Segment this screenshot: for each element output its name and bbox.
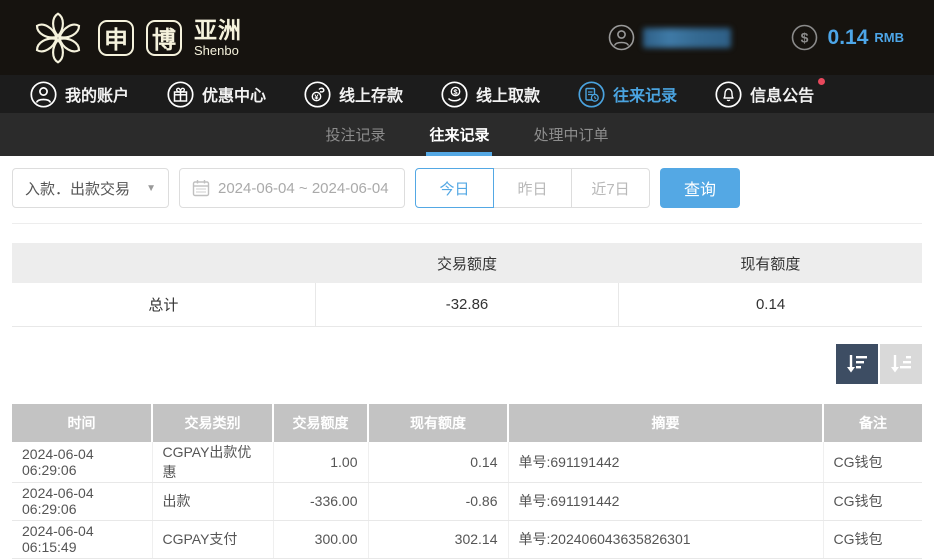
table-header-row: 时间 交易类别 交易额度 现有额度 摘要 备注 [12,403,922,442]
table-cell: CGPAY出款优惠 [152,441,274,483]
today-button[interactable]: 今日 [415,168,494,208]
summary-table: 交易额度 现有额度 总计 -32.86 0.14 [12,243,922,327]
select-value: 入款．出款交易 [25,180,131,198]
main-navigation: 我的账户 优惠中心 ¥ 线上存款 $ 线上取款 往来记录 信息公告 [0,75,934,113]
transaction-type-select[interactable]: 入款．出款交易 ▼ [12,168,169,208]
search-button[interactable]: 查询 [660,168,740,208]
nav-item-my-account[interactable]: 我的账户 [30,80,130,108]
table-cell: 302.14 [368,520,509,559]
table-cell: CGPAY支付 [152,520,274,559]
sort-controls [12,343,922,384]
sort-descending-icon [847,354,867,372]
table-cell: CG钱包 [823,482,922,521]
logo-region-cn: 亚洲 [194,16,242,43]
col-header-type: 交易类别 [152,403,274,442]
transactions-table: 时间 交易类别 交易额度 现有额度 摘要 备注 2024-06-04 06:29… [12,403,922,559]
username-blurred [642,27,731,48]
logo-char-bo: 博 [146,19,182,56]
tab-transaction-records[interactable]: 往来记录 [429,113,489,156]
top-header: 申 博 亚洲 Shenbo $ 0.14 RMB [0,0,934,75]
last-7-days-button[interactable]: 近7日 [571,168,650,208]
balance-display[interactable]: $ 0.14 RMB [791,24,904,51]
nav-item-transaction-records[interactable]: 往来记录 [578,80,678,108]
nav-label: 我的账户 [65,88,130,105]
summary-total-label: 总计 [12,283,316,327]
col-header-time: 时间 [12,403,153,442]
logo-char-shen: 申 [98,19,134,56]
user-avatar-icon [608,24,634,51]
nav-label: 信息公告 [750,88,815,105]
nav-item-withdraw[interactable]: $ 线上取款 [441,80,541,108]
col-header-summary: 摘要 [508,403,824,442]
table-cell: CG钱包 [823,441,922,483]
table-cell: 单号:691191442 [508,482,824,521]
nav-label: 线上存款 [339,88,404,105]
deposit-icon: ¥ [304,80,331,108]
table-cell: 出款 [152,482,274,521]
filter-toolbar: 入款．出款交易 ▼ 2024-06-04 ~ 2024-06-04 今日 昨日 … [12,168,922,208]
logo-region-en: Shenbo [194,42,239,58]
summary-header-balance: 现有额度 [618,243,922,283]
sort-ascending-button[interactable] [880,343,922,384]
date-range-input[interactable]: 2024-06-04 ~ 2024-06-04 [179,168,405,208]
tab-betting-records[interactable]: 投注记录 [325,113,385,156]
main-content: 入款．出款交易 ▼ 2024-06-04 ~ 2024-06-04 今日 昨日 … [0,168,934,559]
lotus-flower-icon [35,11,81,64]
table-body: 2024-06-04 06:29:06 CGPAY出款优惠 1.00 0.14 单号:6… [12,441,922,559]
nav-label: 优惠中心 [202,88,267,105]
yesterday-button[interactable]: 昨日 [493,168,572,208]
calendar-icon [192,180,210,197]
nav-label: 线上取款 [476,88,541,105]
date-range-value: 2024-06-04 ~ 2024-06-04 [218,179,389,197]
withdraw-icon: $ [441,80,468,108]
table-cell: 0.14 [368,441,509,483]
table-cell: 2024-06-04 06:15:49 [12,520,153,559]
table-cell: -336.00 [273,482,369,521]
records-icon [578,80,605,108]
svg-text:$: $ [800,30,808,46]
table-cell: 2024-06-04 06:29:06 [12,441,153,483]
col-header-balance: 现有额度 [368,403,509,442]
coin-dollar-icon: $ [791,24,817,51]
table-cell: 单号:691191442 [508,441,824,483]
nav-item-announcements[interactable]: 信息公告 [715,77,826,108]
table-cell: 单号:202406043635826301 [508,520,824,559]
tab-pending-orders[interactable]: 处理中订单 [534,113,609,156]
table-row: 2024-06-04 06:29:06 出款 -336.00 -0.86 单号:6911… [12,482,922,521]
logo-region: 亚洲 Shenbo [194,16,242,58]
table-row: 2024-06-04 06:29:06 CGPAY出款优惠 1.00 0.14 单号:6… [12,441,922,483]
table-cell: -0.86 [368,482,509,521]
summary-current-balance: 0.14 [618,283,922,327]
section-divider [12,223,922,224]
sort-ascending-icon [891,354,911,372]
summary-header-transaction: 交易额度 [315,243,619,283]
sort-descending-button[interactable] [836,343,878,384]
account-icon [30,80,57,108]
table-cell: 2024-06-04 06:29:06 [12,482,153,521]
summary-header-empty [12,243,316,283]
user-account-chip[interactable] [608,24,731,51]
chevron-down-icon: ▼ [146,182,156,194]
quick-date-button-group: 今日 昨日 近7日 [415,168,650,208]
balance-amount: 0.14 [827,25,869,49]
balance-currency: RMB [874,30,904,45]
bell-icon [715,80,742,108]
table-cell: 300.00 [273,520,369,559]
table-cell: 1.00 [273,441,369,483]
summary-transaction-amount: -32.86 [315,283,620,327]
col-header-amount: 交易额度 [273,403,369,442]
table-cell: CG钱包 [823,520,922,559]
nav-label: 往来记录 [613,88,678,105]
record-subtabs: 投注记录 往来记录 处理中订单 [0,113,934,156]
nav-item-promotions[interactable]: 优惠中心 [167,80,267,108]
brand-logo[interactable]: 申 博 亚洲 Shenbo [30,10,242,66]
summary-total-row: 总计 -32.86 0.14 [12,283,922,327]
col-header-remark: 备注 [823,403,922,442]
gift-icon [167,80,194,108]
nav-item-deposit[interactable]: ¥ 线上存款 [304,80,404,108]
table-row: 2024-06-04 06:15:49 CGPAY支付 300.00 302.14 单号… [12,520,922,559]
notification-dot [818,77,826,85]
